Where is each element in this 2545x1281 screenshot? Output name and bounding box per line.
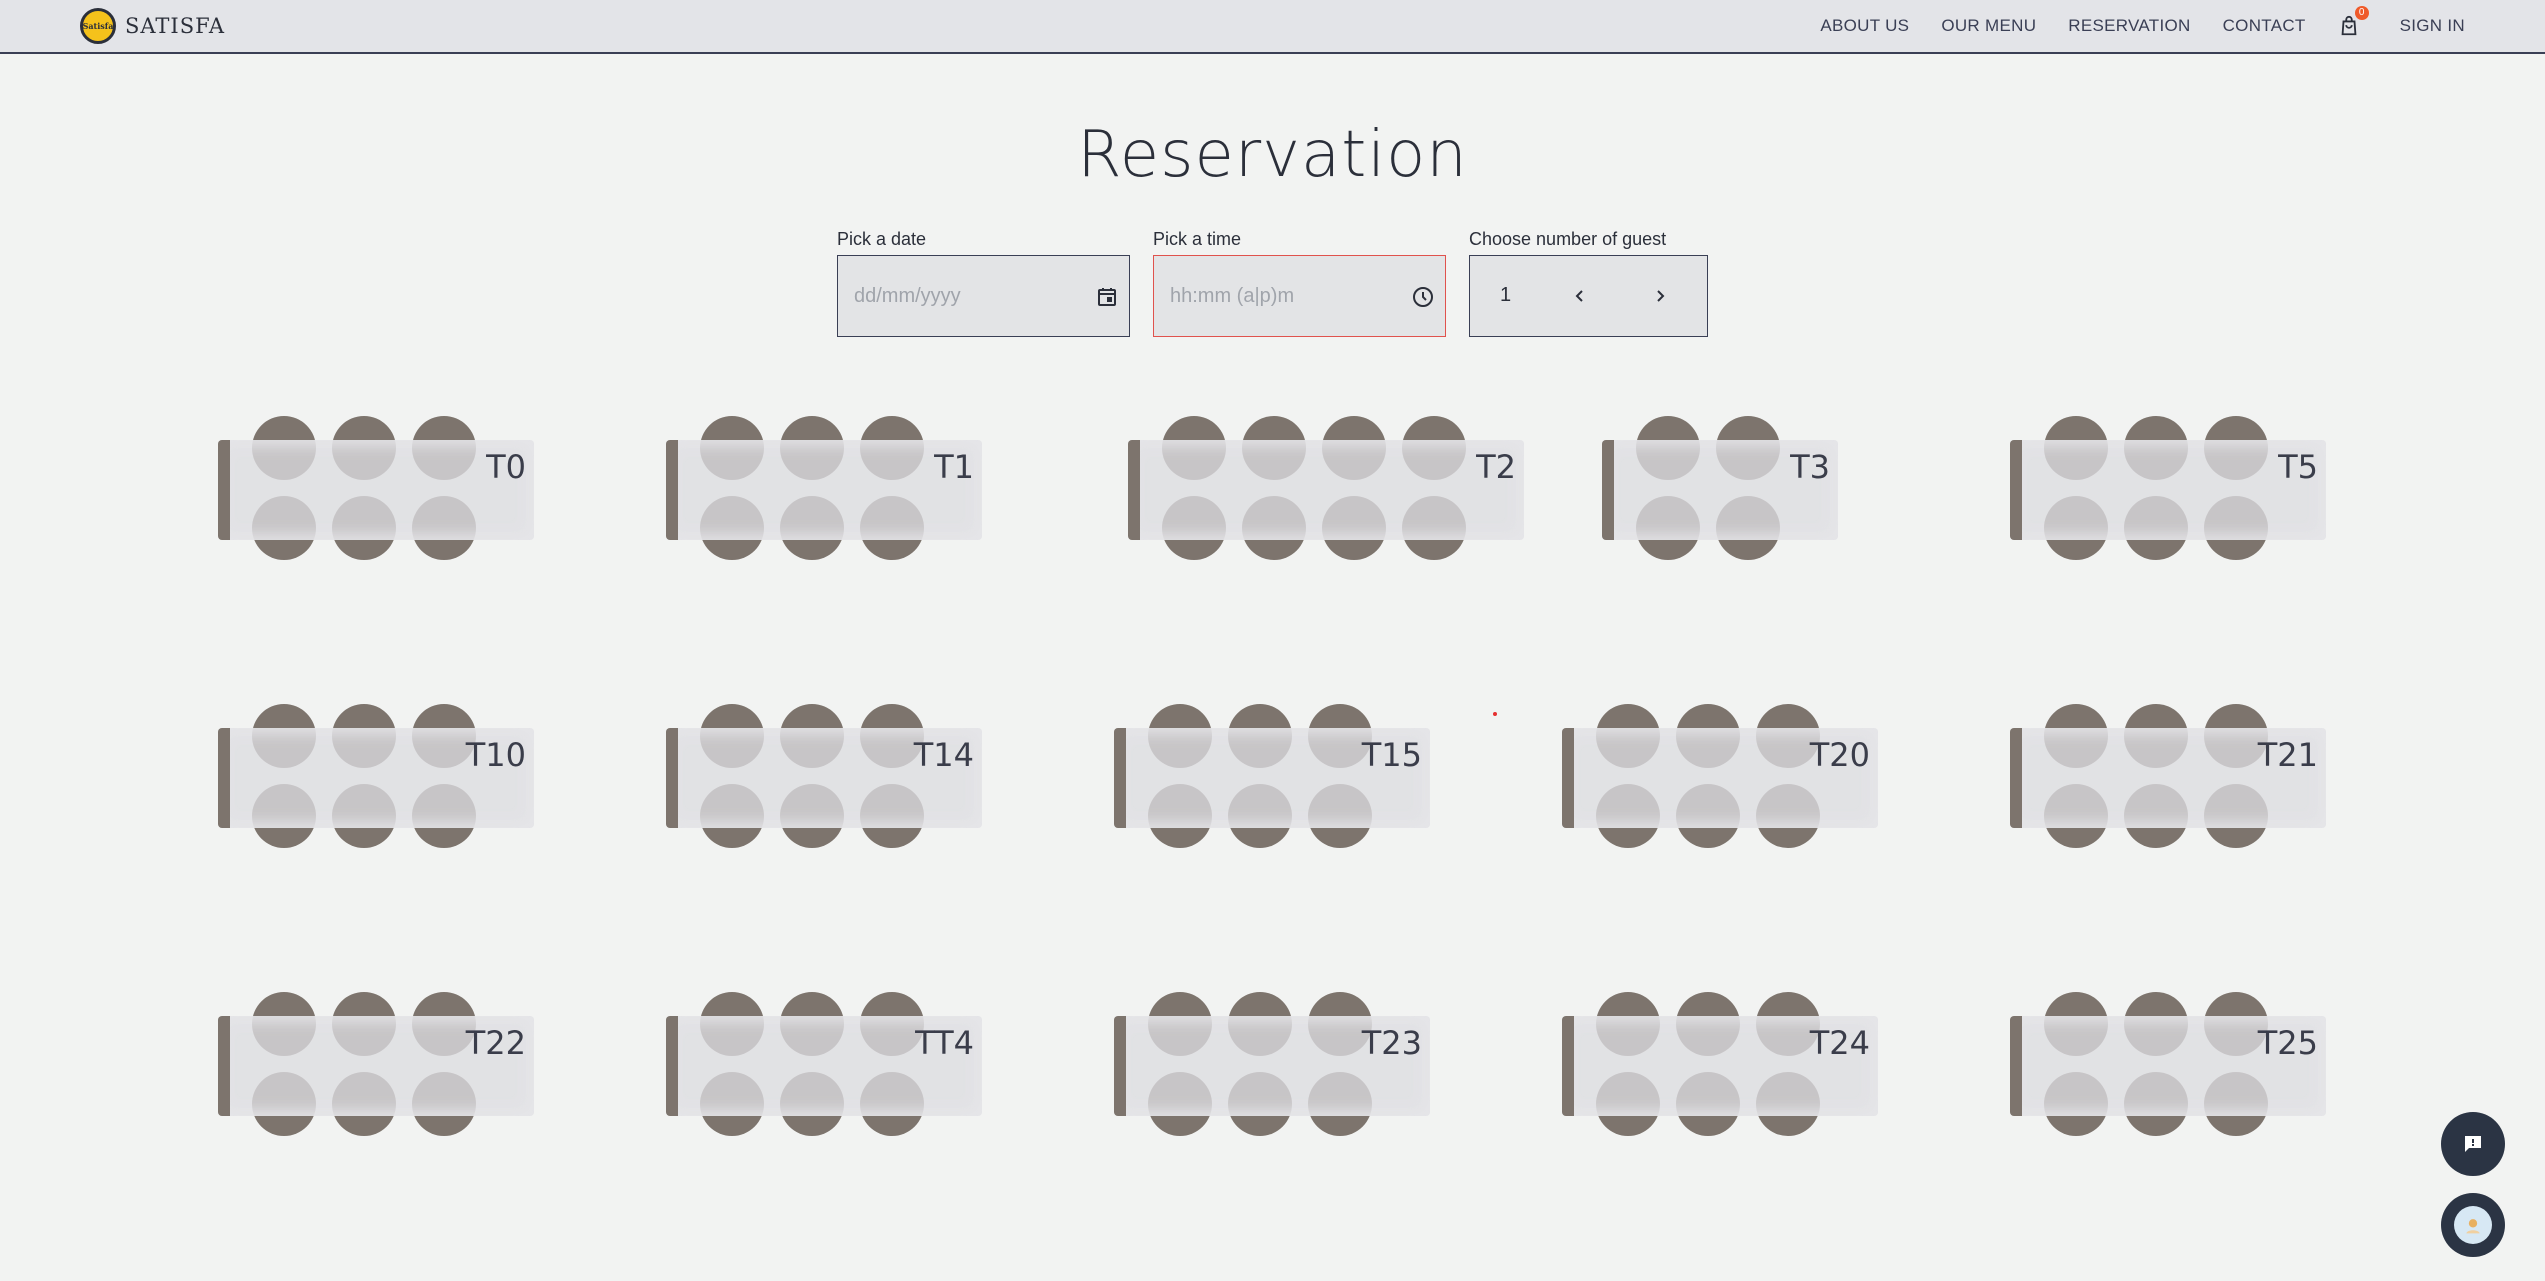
table-label: T21 [2257, 736, 2318, 774]
table-label: T23 [1361, 1024, 1422, 1062]
tabletop-edge [1114, 728, 1126, 828]
top-navbar: Satisfa SATISFA ABOUT US OUR MENU RESERV… [0, 0, 2545, 54]
guest-count: 1 [1500, 284, 1512, 306]
cart-button[interactable]: 0 [2338, 6, 2369, 37]
table-label: T1 [934, 448, 974, 486]
chevron-left-icon[interactable] [1568, 284, 1592, 308]
shopping-bag-icon [2341, 15, 2357, 36]
nav-our-menu[interactable]: OUR MENU [1941, 16, 2036, 36]
tabletop-edge [2010, 1016, 2022, 1116]
tabletop: T1 [666, 440, 982, 540]
tabletop: T21 [2010, 728, 2326, 828]
nav-reservation[interactable]: RESERVATION [2068, 16, 2190, 36]
tabletop-edge [1602, 440, 1614, 540]
table-t0[interactable]: T0 [218, 416, 534, 566]
time-field[interactable] [1153, 255, 1446, 337]
tabletop: T25 [2010, 1016, 2326, 1116]
table-t3[interactable]: T3 [1602, 416, 1838, 566]
nav-about-us[interactable]: ABOUT US [1820, 16, 1909, 36]
tabletop-edge [218, 728, 230, 828]
date-input[interactable] [852, 283, 1076, 309]
table-t20[interactable]: T20 [1562, 704, 1878, 854]
table-t23[interactable]: T23 [1114, 992, 1430, 1142]
table-label: T25 [2257, 1024, 2318, 1062]
tabletop: T3 [1602, 440, 1838, 540]
chat-button[interactable] [2441, 1112, 2505, 1176]
table-t2[interactable]: T2 [1128, 416, 1524, 566]
tabletop: TT4 [666, 1016, 982, 1116]
table-t24[interactable]: T24 [1562, 992, 1878, 1142]
tabletop-edge [666, 728, 678, 828]
logo-badge: Satisfa [80, 8, 116, 44]
page-title: Reservation [1077, 118, 1468, 192]
tabletop: T20 [1562, 728, 1878, 828]
tabletop: T2 [1128, 440, 1524, 540]
table-t14[interactable]: T14 [666, 704, 982, 854]
table-t10[interactable]: T10 [218, 704, 534, 854]
clock-icon[interactable] [1411, 285, 1435, 309]
table-label: T0 [486, 448, 526, 486]
table-t1[interactable]: T1 [666, 416, 982, 566]
table-tt4[interactable]: TT4 [666, 992, 982, 1142]
tabletop-edge [2010, 728, 2022, 828]
nav-contact[interactable]: CONTACT [2223, 16, 2306, 36]
assistant-avatar-button[interactable] [2441, 1193, 2505, 1257]
tabletop: T5 [2010, 440, 2326, 540]
guest-label: Choose number of guest [1469, 229, 1667, 249]
table-label: T22 [465, 1024, 526, 1062]
tabletop-edge [666, 1016, 678, 1116]
table-label: T15 [1361, 736, 1422, 774]
cart-count-badge: 0 [2354, 6, 2369, 20]
tabletop-edge [1128, 440, 1140, 540]
tabletop: T15 [1114, 728, 1430, 828]
tabletop-edge [1114, 1016, 1126, 1116]
chat-icon [2465, 1136, 2481, 1152]
tabletop: T24 [1562, 1016, 1878, 1116]
time-input[interactable] [1168, 283, 1392, 309]
table-label: T24 [1809, 1024, 1870, 1062]
table-t22[interactable]: T22 [218, 992, 534, 1142]
tabletop-edge [2010, 440, 2022, 540]
brand-name: SATISFA [125, 14, 226, 38]
tabletop-edge [666, 440, 678, 540]
tabletop-edge [218, 440, 230, 540]
tabletop: T0 [218, 440, 534, 540]
table-t15[interactable]: T15 [1114, 704, 1430, 854]
guest-stepper[interactable]: 1 [1469, 255, 1708, 337]
table-label: T14 [913, 736, 974, 774]
date-label: Pick a date [837, 229, 927, 249]
avatar-icon [2454, 1206, 2492, 1244]
table-label: T5 [2278, 448, 2318, 486]
table-label: TT4 [915, 1024, 974, 1062]
table-t25[interactable]: T25 [2010, 992, 2326, 1142]
main-nav: ABOUT US OUR MENU RESERVATION CONTACT 0 … [1820, 0, 2545, 52]
time-label: Pick a time [1153, 229, 1242, 249]
table-label: T2 [1476, 448, 1516, 486]
date-field[interactable] [837, 255, 1130, 337]
tabletop-edge [1562, 1016, 1574, 1116]
table-t21[interactable]: T21 [2010, 704, 2326, 854]
table-t5[interactable]: T5 [2010, 416, 2326, 566]
cursor-dot [1493, 712, 1497, 716]
tabletop: T23 [1114, 1016, 1430, 1116]
chevron-right-icon[interactable] [1648, 284, 1672, 308]
table-label: T3 [1790, 448, 1830, 486]
calendar-icon[interactable] [1095, 285, 1119, 309]
logo[interactable]: Satisfa SATISFA [80, 8, 225, 44]
tabletop-edge [218, 1016, 230, 1116]
table-label: T20 [1809, 736, 1870, 774]
nav-sign-in[interactable]: SIGN IN [2400, 16, 2465, 36]
tabletop-edge [1562, 728, 1574, 828]
tabletop: T22 [218, 1016, 534, 1116]
table-label: T10 [465, 736, 526, 774]
logo-text: Satisfa [82, 21, 114, 31]
tabletop: T14 [666, 728, 982, 828]
tabletop: T10 [218, 728, 534, 828]
